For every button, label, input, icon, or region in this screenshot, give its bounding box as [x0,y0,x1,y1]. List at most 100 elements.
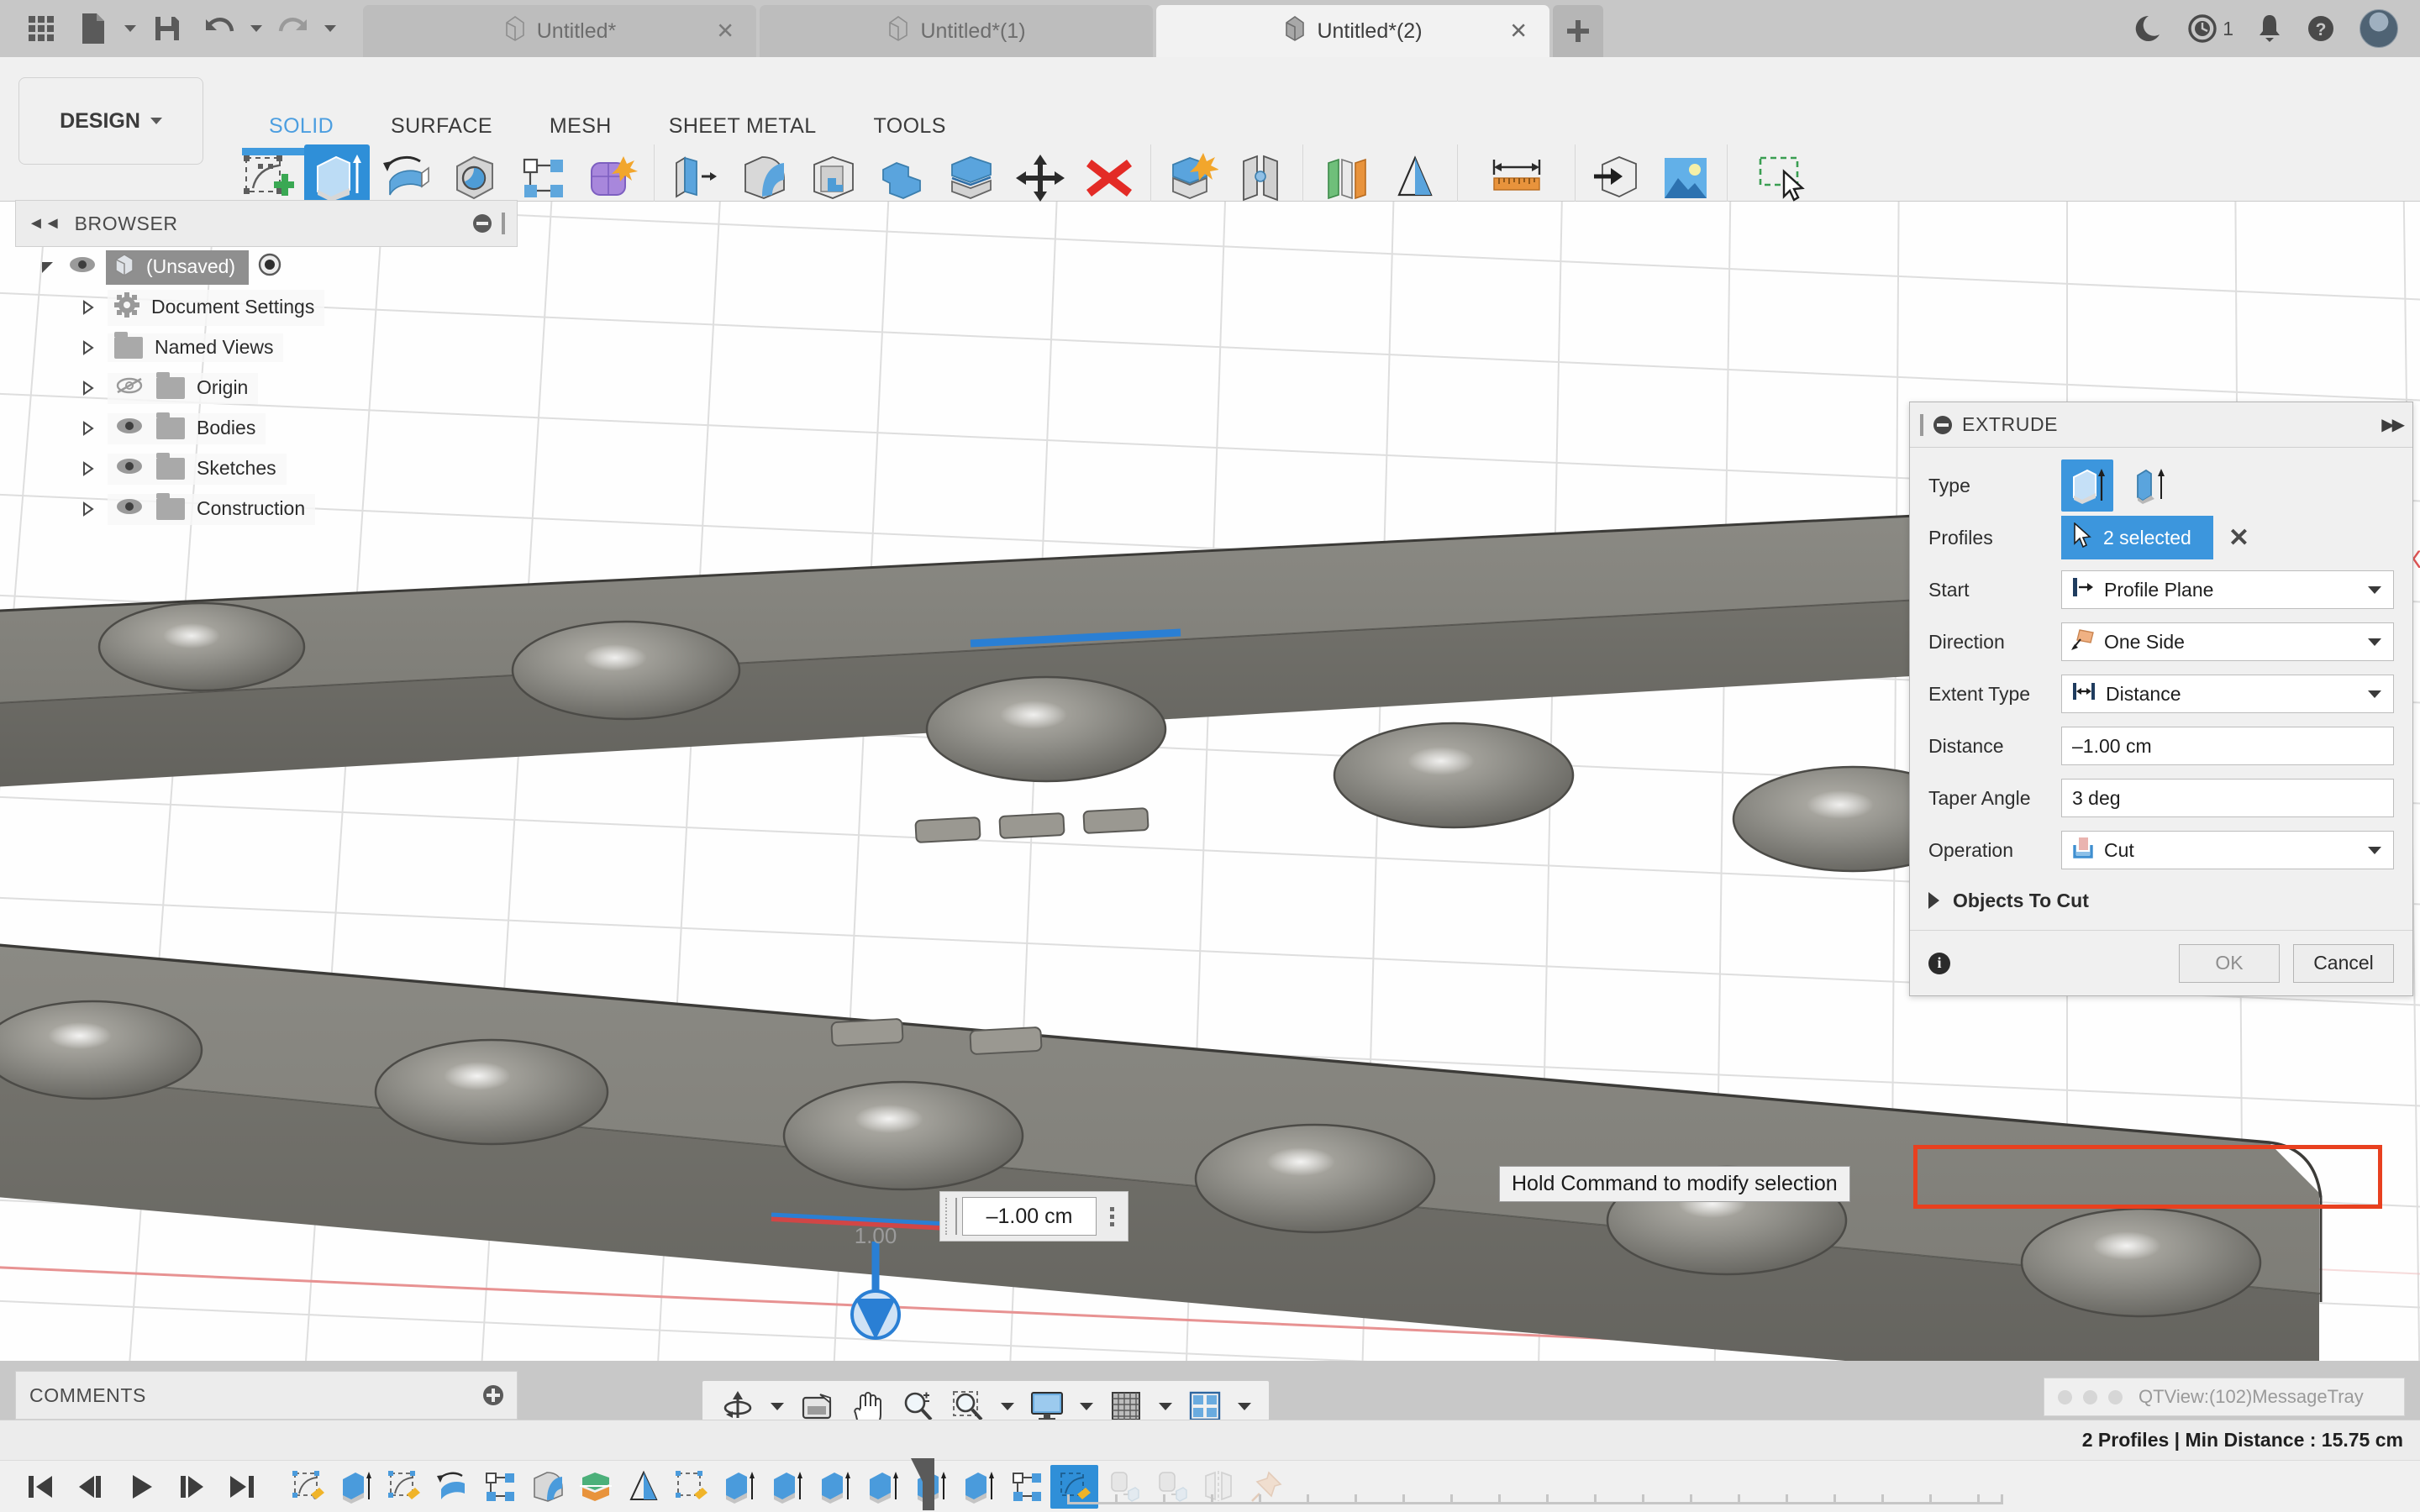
direction-dropdown[interactable]: One Side [2061,622,2394,661]
distance-input[interactable]: –1.00 cm [2061,727,2394,765]
timeline-item-extrude[interactable] [811,1465,859,1509]
chevron-right-icon[interactable] [77,380,99,396]
notifications-bell-icon[interactable] [2257,13,2282,44]
expand-arrow-icon[interactable] [37,259,59,276]
panel-resize-grip[interactable] [502,213,505,234]
chevron-right-icon[interactable] [77,501,99,517]
document-tab-2[interactable]: Untitled*(2) ✕ [1156,5,1549,57]
new-file-icon[interactable] [67,5,119,52]
document-tab-label: Untitled*(1) [920,18,1026,43]
timeline-playhead-marker[interactable] [911,1458,934,1510]
new-tab-button[interactable] [1553,5,1603,57]
document-tab-0[interactable]: Untitled* ✕ [363,5,756,57]
extensions-icon[interactable] [2133,13,2164,44]
taper-angle-input[interactable]: 3 deg [2061,779,2394,817]
add-comment-icon[interactable] [483,1385,503,1405]
close-tab-icon[interactable]: ✕ [1509,18,1528,45]
timeline-item-extrude[interactable] [859,1465,907,1509]
go-to-beginning-icon[interactable] [17,1465,64,1509]
close-tab-icon[interactable]: ✕ [716,18,734,45]
tab-solid[interactable]: SOLID [240,114,362,139]
timeline-item-sketch[interactable] [284,1465,332,1509]
folder-icon [156,492,185,520]
help-icon[interactable]: ? [2306,13,2336,44]
browser-item-document-settings[interactable]: Document Settings [15,287,518,328]
timeline-item-extrude[interactable] [332,1465,380,1509]
timeline-item-extrude[interactable] [763,1465,811,1509]
tab-tools[interactable]: TOOLS [845,114,975,139]
tab-surface[interactable]: SURFACE [362,114,521,139]
redo-icon[interactable] [267,5,319,52]
distance-manipulator-input[interactable]: –1.00 cm [939,1191,1128,1242]
objects-to-cut-section[interactable]: Objects To Cut [1910,876,2412,925]
visibility-eye-icon[interactable] [114,456,145,481]
extent-type-dropdown[interactable]: Distance [2061,675,2394,713]
model-body-back [0,511,1984,873]
timeline-item-pattern[interactable] [1002,1465,1050,1509]
comments-panel[interactable]: COMMENTS [15,1371,518,1420]
timeline-item-extrude[interactable] [955,1465,1002,1509]
manipulator-more-icon[interactable] [1102,1206,1123,1226]
start-dropdown[interactable]: Profile Plane [2061,570,2394,609]
operation-dropdown[interactable]: Cut [2061,831,2394,869]
info-icon[interactable]: i [1928,952,1950,974]
browser-minimize-icon[interactable] [473,214,492,233]
timeline-item-draft[interactable] [619,1465,667,1509]
timeline-item-extrude[interactable] [715,1465,763,1509]
dialog-drag-grip[interactable] [1920,413,1923,436]
solid-extrude-icon[interactable] [2061,459,2113,512]
step-back-icon[interactable] [67,1465,114,1509]
dialog-collapse-icon[interactable] [1933,415,1952,434]
chevron-right-icon[interactable] [77,299,99,316]
browser-item-construction[interactable]: Construction [15,489,518,529]
tab-sheet-metal[interactable]: SHEET METAL [640,114,845,139]
activate-component-radio[interactable] [257,252,282,282]
browser-item-unsaved[interactable]: (Unsaved) [15,247,518,287]
clear-selection-icon[interactable]: ✕ [2228,523,2249,553]
start-value: Profile Plane [2104,578,2214,601]
chevron-right-icon[interactable] [77,460,99,477]
start-label: Start [1928,578,1970,601]
operation-label: Operation [1928,838,2014,861]
go-to-end-icon[interactable] [218,1465,266,1509]
cancel-button[interactable]: Cancel [2293,943,2394,983]
manipulator-value-input[interactable]: –1.00 cm [962,1197,1097,1236]
dialog-dock-icon[interactable]: ▶▶ [2381,414,2405,435]
grid-apps-icon[interactable] [15,5,67,52]
visibility-eye-icon[interactable] [67,255,97,280]
ok-button[interactable]: OK [2179,943,2280,983]
timeline-item-fillet[interactable] [523,1465,571,1509]
document-tab-1[interactable]: Untitled*(1) [760,5,1153,57]
timeline-item-sketch[interactable] [667,1465,715,1509]
visibility-eye-icon[interactable] [114,496,145,522]
tab-mesh[interactable]: MESH [521,114,640,139]
browser-item-bodies[interactable]: Bodies [15,408,518,449]
new-file-dropdown-caret[interactable] [119,5,141,52]
redo-dropdown-caret[interactable] [319,5,341,52]
gear-icon [114,291,139,323]
profiles-selection-chip[interactable]: 2 selected [2061,516,2213,559]
timeline-item-split[interactable] [571,1465,619,1509]
job-status-icon[interactable]: 1 [2187,13,2233,44]
visibility-hidden-eye-icon[interactable] [114,375,145,401]
timeline-item-pattern[interactable] [476,1465,523,1509]
message-tray[interactable]: QTView:(102)MessageTray [2044,1378,2405,1416]
step-forward-icon[interactable] [168,1465,215,1509]
save-icon[interactable] [141,5,193,52]
play-icon[interactable] [118,1465,165,1509]
thin-extrude-icon[interactable] [2123,459,2175,512]
collapse-panel-icon[interactable]: ◄◄ [28,214,61,234]
undo-icon[interactable] [193,5,245,52]
user-avatar[interactable] [2360,9,2398,48]
timeline-item-sketch[interactable] [380,1465,428,1509]
workspace-switcher-button[interactable]: DESIGN [18,77,203,165]
browser-item-sketches[interactable]: Sketches [15,449,518,489]
browser-item-named-views[interactable]: Named Views [15,328,518,368]
manipulator-grip[interactable] [945,1198,957,1235]
browser-item-origin[interactable]: Origin [15,368,518,408]
visibility-eye-icon[interactable] [114,416,145,441]
undo-dropdown-caret[interactable] [245,5,267,52]
timeline-item-revolve[interactable] [428,1465,476,1509]
chevron-right-icon[interactable] [77,339,99,356]
chevron-right-icon[interactable] [77,420,99,437]
